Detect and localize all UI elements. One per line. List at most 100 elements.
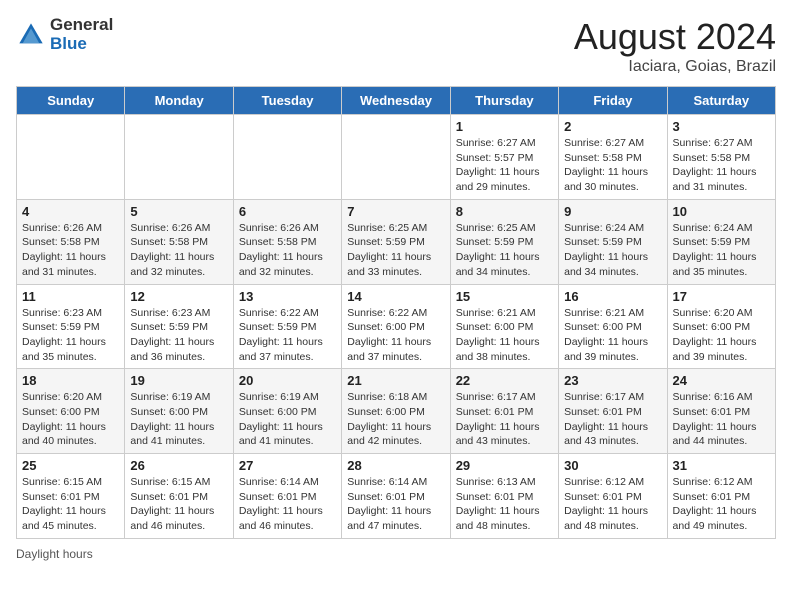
cell-content: Sunrise: 6:27 AMSunset: 5:58 PMDaylight:… bbox=[564, 136, 661, 195]
calendar-cell: 23 Sunrise: 6:17 AMSunset: 6:01 PMDayligh… bbox=[559, 369, 667, 454]
day-number: 31 bbox=[673, 458, 770, 473]
day-number: 20 bbox=[239, 373, 336, 388]
day-number: 13 bbox=[239, 289, 336, 304]
day-number: 1 bbox=[456, 119, 553, 134]
cell-content: Sunrise: 6:12 AMSunset: 6:01 PMDaylight:… bbox=[564, 475, 661, 534]
calendar-cell bbox=[17, 115, 125, 200]
calendar-cell: 21 Sunrise: 6:18 AMSunset: 6:00 PMDayligh… bbox=[342, 369, 450, 454]
calendar-week-row: 1 Sunrise: 6:27 AMSunset: 5:57 PMDaylight… bbox=[17, 115, 776, 200]
daylight-hours-label: Daylight hours bbox=[16, 547, 93, 561]
day-number: 14 bbox=[347, 289, 444, 304]
day-header-tuesday: Tuesday bbox=[233, 87, 341, 115]
calendar-cell bbox=[125, 115, 233, 200]
page-header: General Blue August 2024 Iaciara, Goias,… bbox=[16, 16, 776, 76]
day-header-friday: Friday bbox=[559, 87, 667, 115]
day-number: 10 bbox=[673, 204, 770, 219]
calendar-cell: 19 Sunrise: 6:19 AMSunset: 6:00 PMDayligh… bbox=[125, 369, 233, 454]
day-number: 28 bbox=[347, 458, 444, 473]
cell-content: Sunrise: 6:24 AMSunset: 5:59 PMDaylight:… bbox=[564, 221, 661, 280]
cell-content: Sunrise: 6:19 AMSunset: 6:00 PMDaylight:… bbox=[130, 390, 227, 449]
calendar-cell: 4 Sunrise: 6:26 AMSunset: 5:58 PMDaylight… bbox=[17, 199, 125, 284]
calendar-header-row: SundayMondayTuesdayWednesdayThursdayFrid… bbox=[17, 87, 776, 115]
day-number: 24 bbox=[673, 373, 770, 388]
cell-content: Sunrise: 6:23 AMSunset: 5:59 PMDaylight:… bbox=[130, 306, 227, 365]
calendar-cell: 10 Sunrise: 6:24 AMSunset: 5:59 PMDayligh… bbox=[667, 199, 775, 284]
day-number: 15 bbox=[456, 289, 553, 304]
cell-content: Sunrise: 6:17 AMSunset: 6:01 PMDaylight:… bbox=[564, 390, 661, 449]
day-number: 22 bbox=[456, 373, 553, 388]
cell-content: Sunrise: 6:26 AMSunset: 5:58 PMDaylight:… bbox=[130, 221, 227, 280]
calendar-cell: 15Sunrise: 6:21 AMSunset: 6:00 PMDayligh… bbox=[450, 284, 558, 369]
logo-text: General Blue bbox=[50, 16, 113, 53]
calendar-table: SundayMondayTuesdayWednesdayThursdayFrid… bbox=[16, 86, 776, 539]
day-number: 23 bbox=[564, 373, 661, 388]
day-header-saturday: Saturday bbox=[667, 87, 775, 115]
cell-content: Sunrise: 6:27 AMSunset: 5:57 PMDaylight:… bbox=[456, 136, 553, 195]
cell-content: Sunrise: 6:19 AMSunset: 6:00 PMDaylight:… bbox=[239, 390, 336, 449]
calendar-week-row: 25 Sunrise: 6:15 AMSunset: 6:01 PMDayligh… bbox=[17, 454, 776, 539]
cell-content: Sunrise: 6:22 AMSunset: 6:00 PMDaylight:… bbox=[347, 306, 444, 365]
day-number: 16 bbox=[564, 289, 661, 304]
title-block: August 2024 Iaciara, Goias, Brazil bbox=[574, 16, 776, 76]
calendar-cell: 9 Sunrise: 6:24 AMSunset: 5:59 PMDaylight… bbox=[559, 199, 667, 284]
calendar-cell: 1 Sunrise: 6:27 AMSunset: 5:57 PMDaylight… bbox=[450, 115, 558, 200]
calendar-cell: 14 Sunrise: 6:22 AMSunset: 6:00 PMDayligh… bbox=[342, 284, 450, 369]
cell-content: Sunrise: 6:14 AMSunset: 6:01 PMDaylight:… bbox=[347, 475, 444, 534]
day-number: 3 bbox=[673, 119, 770, 134]
calendar-cell: 12Sunrise: 6:23 AMSunset: 5:59 PMDayligh… bbox=[125, 284, 233, 369]
cell-content: Sunrise: 6:24 AMSunset: 5:59 PMDaylight:… bbox=[673, 221, 770, 280]
calendar-cell: 26 Sunrise: 6:15 AMSunset: 6:01 PMDayligh… bbox=[125, 454, 233, 539]
day-number: 8 bbox=[456, 204, 553, 219]
day-number: 18 bbox=[22, 373, 119, 388]
day-header-wednesday: Wednesday bbox=[342, 87, 450, 115]
day-number: 25 bbox=[22, 458, 119, 473]
logo-blue: Blue bbox=[50, 35, 113, 54]
cell-content: Sunrise: 6:25 AMSunset: 5:59 PMDaylight:… bbox=[456, 221, 553, 280]
calendar-cell: 24Sunrise: 6:16 AMSunset: 6:01 PMDayligh… bbox=[667, 369, 775, 454]
calendar-cell: 3 Sunrise: 6:27 AMSunset: 5:58 PMDaylight… bbox=[667, 115, 775, 200]
day-number: 6 bbox=[239, 204, 336, 219]
logo: General Blue bbox=[16, 16, 113, 53]
cell-content: Sunrise: 6:23 AMSunset: 5:59 PMDaylight:… bbox=[22, 306, 119, 365]
logo-icon bbox=[16, 20, 46, 50]
cell-content: Sunrise: 6:13 AMSunset: 6:01 PMDaylight:… bbox=[456, 475, 553, 534]
calendar-cell: 13Sunrise: 6:22 AMSunset: 5:59 PMDayligh… bbox=[233, 284, 341, 369]
calendar-cell: 31 Sunrise: 6:12 AMSunset: 6:01 PMDayligh… bbox=[667, 454, 775, 539]
cell-content: Sunrise: 6:27 AMSunset: 5:58 PMDaylight:… bbox=[673, 136, 770, 195]
calendar-cell: 17Sunrise: 6:20 AMSunset: 6:00 PMDayligh… bbox=[667, 284, 775, 369]
day-number: 4 bbox=[22, 204, 119, 219]
cell-content: Sunrise: 6:18 AMSunset: 6:00 PMDaylight:… bbox=[347, 390, 444, 449]
day-number: 5 bbox=[130, 204, 227, 219]
calendar-cell: 25 Sunrise: 6:15 AMSunset: 6:01 PMDayligh… bbox=[17, 454, 125, 539]
calendar-cell: 29 Sunrise: 6:13 AMSunset: 6:01 PMDayligh… bbox=[450, 454, 558, 539]
cell-content: Sunrise: 6:21 AMSunset: 6:00 PMDaylight:… bbox=[564, 306, 661, 365]
location-subtitle: Iaciara, Goias, Brazil bbox=[574, 58, 776, 76]
day-number: 2 bbox=[564, 119, 661, 134]
day-number: 7 bbox=[347, 204, 444, 219]
calendar-week-row: 11Sunrise: 6:23 AMSunset: 5:59 PMDayligh… bbox=[17, 284, 776, 369]
footer: Daylight hours bbox=[16, 547, 776, 561]
day-number: 30 bbox=[564, 458, 661, 473]
cell-content: Sunrise: 6:12 AMSunset: 6:01 PMDaylight:… bbox=[673, 475, 770, 534]
day-number: 27 bbox=[239, 458, 336, 473]
cell-content: Sunrise: 6:15 AMSunset: 6:01 PMDaylight:… bbox=[130, 475, 227, 534]
calendar-week-row: 4 Sunrise: 6:26 AMSunset: 5:58 PMDaylight… bbox=[17, 199, 776, 284]
calendar-cell: 6Sunrise: 6:26 AMSunset: 5:58 PMDaylight… bbox=[233, 199, 341, 284]
calendar-cell: 22Sunrise: 6:17 AMSunset: 6:01 PMDayligh… bbox=[450, 369, 558, 454]
day-number: 21 bbox=[347, 373, 444, 388]
calendar-cell: 30 Sunrise: 6:12 AMSunset: 6:01 PMDayligh… bbox=[559, 454, 667, 539]
calendar-cell: 27 Sunrise: 6:14 AMSunset: 6:01 PMDayligh… bbox=[233, 454, 341, 539]
cell-content: Sunrise: 6:20 AMSunset: 6:00 PMDaylight:… bbox=[22, 390, 119, 449]
calendar-cell: 18 Sunrise: 6:20 AMSunset: 6:00 PMDayligh… bbox=[17, 369, 125, 454]
day-number: 29 bbox=[456, 458, 553, 473]
calendar-cell: 28 Sunrise: 6:14 AMSunset: 6:01 PMDayligh… bbox=[342, 454, 450, 539]
calendar-cell: 2 Sunrise: 6:27 AMSunset: 5:58 PMDaylight… bbox=[559, 115, 667, 200]
day-number: 26 bbox=[130, 458, 227, 473]
month-year-title: August 2024 bbox=[574, 16, 776, 58]
cell-content: Sunrise: 6:15 AMSunset: 6:01 PMDaylight:… bbox=[22, 475, 119, 534]
cell-content: Sunrise: 6:26 AMSunset: 5:58 PMDaylight:… bbox=[22, 221, 119, 280]
day-number: 9 bbox=[564, 204, 661, 219]
day-header-sunday: Sunday bbox=[17, 87, 125, 115]
cell-content: Sunrise: 6:14 AMSunset: 6:01 PMDaylight:… bbox=[239, 475, 336, 534]
day-number: 19 bbox=[130, 373, 227, 388]
